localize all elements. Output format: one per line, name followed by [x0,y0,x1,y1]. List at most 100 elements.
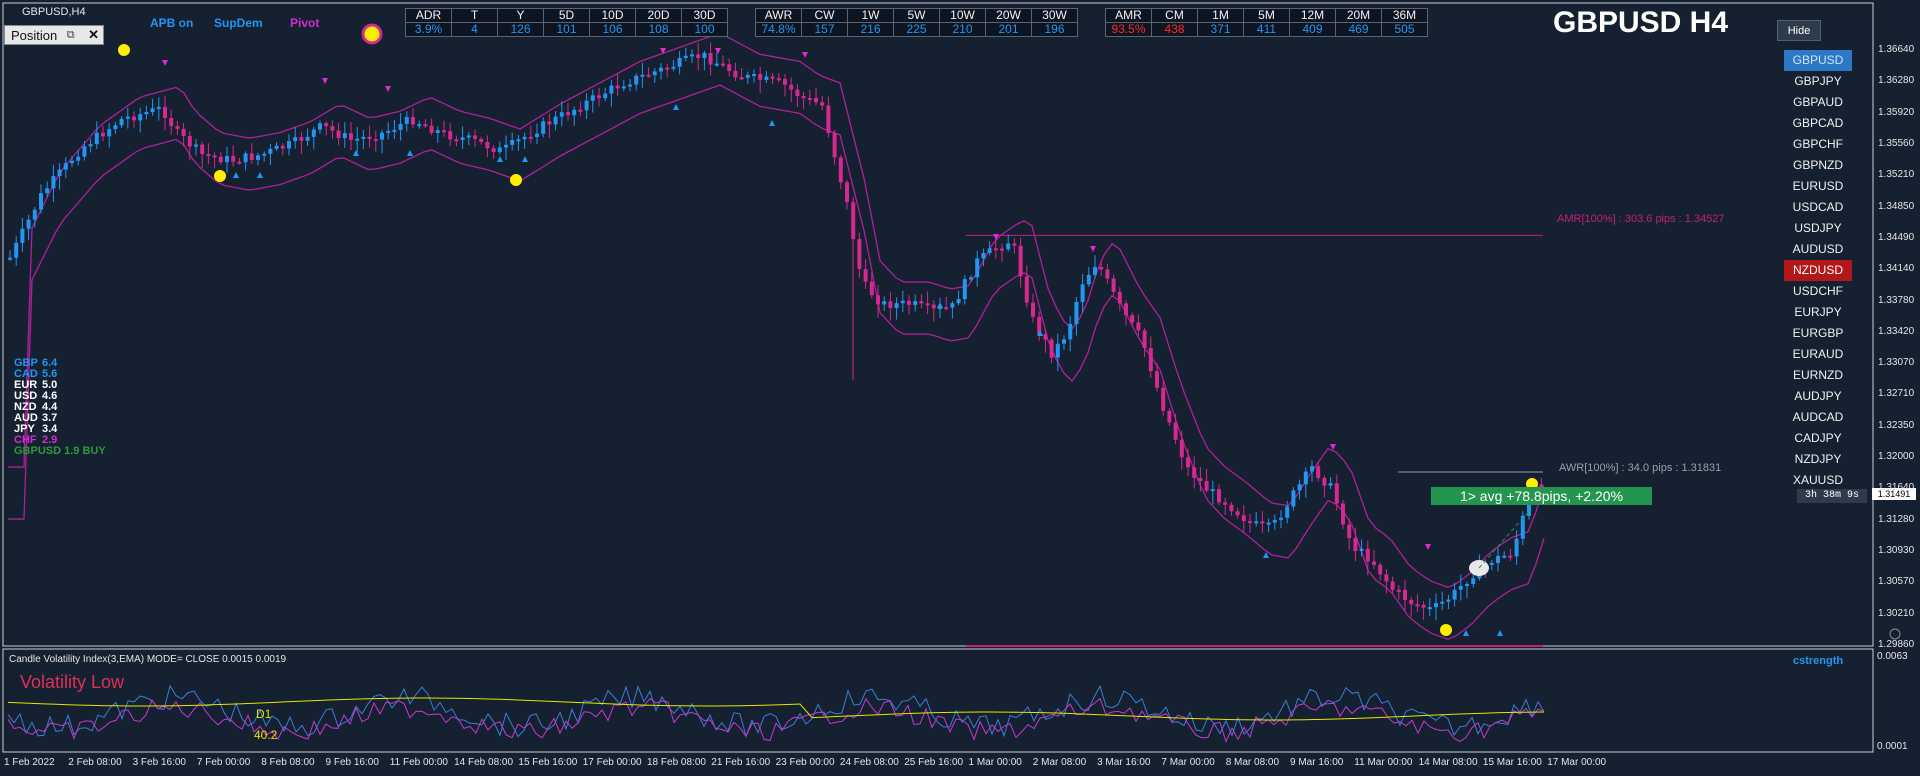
candle-body [547,121,552,125]
candle-body [8,257,12,260]
symbol-item-cadjpy[interactable]: CADJPY [1784,428,1852,449]
candle-body [1372,561,1376,565]
down-arrow-icon [1330,444,1336,450]
supdem-toggle[interactable]: SupDem [214,16,263,30]
candle-body [249,153,254,160]
close-icon[interactable]: ✕ [88,27,99,43]
candle-body [1117,291,1122,304]
candle-body [1291,490,1296,507]
restore-icon[interactable]: ⧉ [67,29,75,42]
candle-body [1285,506,1290,518]
symbol-item-eurnzd[interactable]: EURNZD [1784,365,1852,386]
price-axis-label: 1.31280 [1878,513,1915,525]
symbol-item-audcad[interactable]: AUDCAD [1784,407,1852,428]
symbol-item-gbpnzd[interactable]: GBPNZD [1784,155,1852,176]
symbol-item-gbpaud[interactable]: GBPAUD [1784,92,1852,113]
symbol-item-audusd[interactable]: AUDUSD [1784,239,1852,260]
currency-strength-panel: GBP 6.4 CAD 5.6 EUR 5.0 USD 4.6 NZD 4.4 AUD 3.7 JPY 3… [14,358,106,457]
candle-body [448,131,453,140]
candle-body [652,71,657,76]
time-axis-label: 7 Mar 00:00 [1161,757,1215,768]
candle-body [200,144,205,155]
symbol-item-usdjpy[interactable]: USDJPY [1784,218,1852,239]
candle-body [770,76,775,79]
time-axis-label: 2 Feb 08:00 [68,757,122,768]
symbol-item-eurusd[interactable]: EURUSD [1784,176,1852,197]
price-axis-label: 1.35560 [1878,137,1915,149]
candle-body [411,117,415,125]
symbol-item-usdcad[interactable]: USDCAD [1784,197,1852,218]
candle-body [919,301,924,304]
candle-body [721,63,725,66]
candle-body [125,116,130,119]
time-axis-label: 21 Feb 16:00 [711,757,771,768]
candle-body [274,145,279,149]
symbol-item-gbpusd[interactable]: GBPUSD [1784,50,1852,71]
table-header: 12M [1289,8,1336,23]
candle-body [869,281,874,296]
candle-body [373,139,378,142]
price-axis-label: 1.33420 [1878,325,1915,337]
candle-body [1409,599,1414,605]
candle-body [423,124,428,127]
pivot-toggle[interactable]: Pivot [290,16,319,30]
candle-body [1297,484,1302,491]
price-axis-label: 1.31640 [1878,482,1915,494]
d1-value: 40.2 [254,728,278,742]
candle-body [1099,267,1104,270]
candle-body [925,303,930,306]
candle-body [1241,515,1246,522]
table-header: 10D [589,8,636,23]
symbol-item-gbpchf[interactable]: GBPCHF [1784,134,1852,155]
candle-body [764,76,769,80]
table-cell: 4 [451,22,498,37]
candle-body [1186,457,1190,468]
table-cell: 100 [681,22,728,37]
candle-body [1322,478,1327,486]
candle-body [1403,589,1407,600]
symbol-item-usdchf[interactable]: USDCHF [1784,281,1852,302]
candle-body [776,78,781,81]
up-arrow-icon [233,172,239,178]
candle-body [367,136,372,140]
symbol-item-nzdjpy[interactable]: NZDJPY [1784,449,1852,470]
up-arrow-icon [407,150,413,156]
symbol-item-eurjpy[interactable]: EURJPY [1784,302,1852,323]
table-header: 10W [939,8,986,23]
candle-body [708,52,713,65]
position-panel[interactable]: Position ⧉ ✕ [4,25,104,45]
candle-body [1049,339,1054,358]
time-axis-label: 8 Feb 08:00 [261,757,315,768]
symbol-item-nzdusd[interactable]: NZDUSD [1784,260,1852,281]
candle-body [361,136,366,139]
candle-body [144,112,149,115]
symbol-item-euraud[interactable]: EURAUD [1784,344,1852,365]
price-axis-label: 1.35920 [1878,106,1915,118]
candle-body [82,146,87,157]
candle-body [882,301,887,305]
apb-toggle[interactable]: APB on [150,16,193,30]
symbol-item-xauusd[interactable]: XAUUSD [1784,470,1852,491]
symbol-item-gbpcad[interactable]: GBPCAD [1784,113,1852,134]
candle-body [1446,599,1451,602]
cstrength-label: cstrength [1793,655,1844,667]
candle-body [702,52,707,59]
candle-body [1192,467,1197,478]
candle-body [150,108,155,113]
candle-body [212,155,217,158]
table-header: 20D [635,8,682,23]
candle-body [1384,574,1389,582]
symbol-item-eurgbp[interactable]: EURGBP [1784,323,1852,344]
candle-body [1210,489,1215,492]
candle-body [473,135,477,139]
chart-canvas[interactable] [0,0,1920,776]
hide-button[interactable]: Hide [1777,20,1821,41]
indicator-axis-top: 0.0063 [1877,651,1908,662]
symbol-item-gbpjpy[interactable]: GBPJPY [1784,71,1852,92]
candle-body [1353,538,1358,552]
candle-body [57,169,62,177]
candle-body [1254,521,1259,524]
candle-body [39,193,43,210]
smiley-icon [1889,628,1901,640]
symbol-item-audjpy[interactable]: AUDJPY [1784,386,1852,407]
